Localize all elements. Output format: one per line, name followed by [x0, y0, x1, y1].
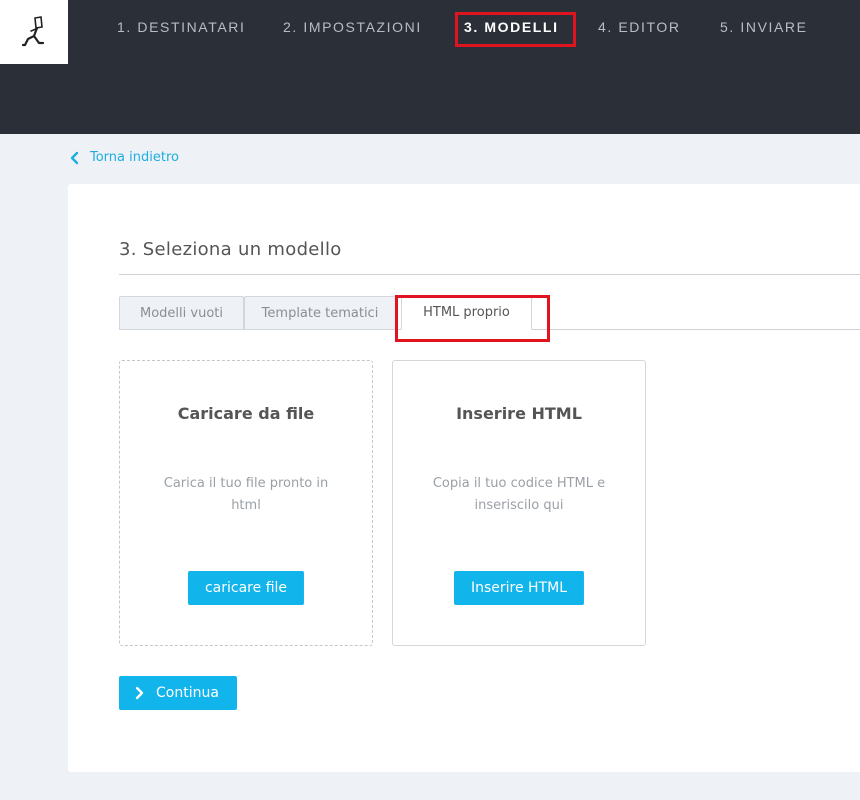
- chevron-right-icon: [135, 686, 144, 700]
- step-impostazioni[interactable]: 2. IMPOSTAZIONI: [283, 19, 422, 35]
- title-divider: [119, 274, 860, 275]
- tab-template-tematici[interactable]: Template tematici: [244, 296, 396, 330]
- back-link[interactable]: Torna indietro: [69, 150, 179, 165]
- template-panel: 3. Seleziona un modello Modelli vuoti Te…: [68, 184, 860, 772]
- insert-html-card: Inserire HTML Copia il tuo codice HTML e…: [392, 360, 646, 646]
- continue-button[interactable]: Continua: [119, 676, 237, 710]
- upload-file-card: Caricare da file Carica il tuo file pron…: [119, 360, 373, 646]
- step-destinatari[interactable]: 1. DESTINATARI: [117, 19, 245, 35]
- tab-label: Modelli vuoti: [140, 305, 223, 321]
- step-highlight-box: [455, 12, 576, 47]
- insert-html-button[interactable]: Inserire HTML: [453, 571, 585, 605]
- wizard-steps: 1. DESTINATARI 2. IMPOSTAZIONI 3. MODELL…: [0, 0, 860, 56]
- top-bar: 1. DESTINATARI 2. IMPOSTAZIONI 3. MODELL…: [0, 0, 860, 134]
- tab-highlight-box: [395, 295, 550, 342]
- chevron-left-icon: [70, 151, 79, 164]
- continue-label: Continua: [156, 685, 219, 701]
- card-description: Carica il tuo file pronto in html: [163, 476, 329, 513]
- tab-modelli-vuoti[interactable]: Modelli vuoti: [119, 296, 244, 330]
- tab-label: Template tematici: [261, 305, 379, 321]
- card-title: Caricare da file: [177, 404, 315, 423]
- step-editor[interactable]: 4. EDITOR: [598, 19, 681, 35]
- card-title: Inserire HTML: [456, 404, 582, 423]
- step-inviare[interactable]: 5. INVIARE: [720, 19, 808, 35]
- card-description: Copia il tuo codice HTML e inseriscilo q…: [432, 476, 606, 513]
- page-title: 3. Seleziona un modello: [119, 239, 342, 260]
- back-link-label: Torna indietro: [90, 150, 179, 165]
- upload-file-button[interactable]: caricare file: [187, 571, 305, 605]
